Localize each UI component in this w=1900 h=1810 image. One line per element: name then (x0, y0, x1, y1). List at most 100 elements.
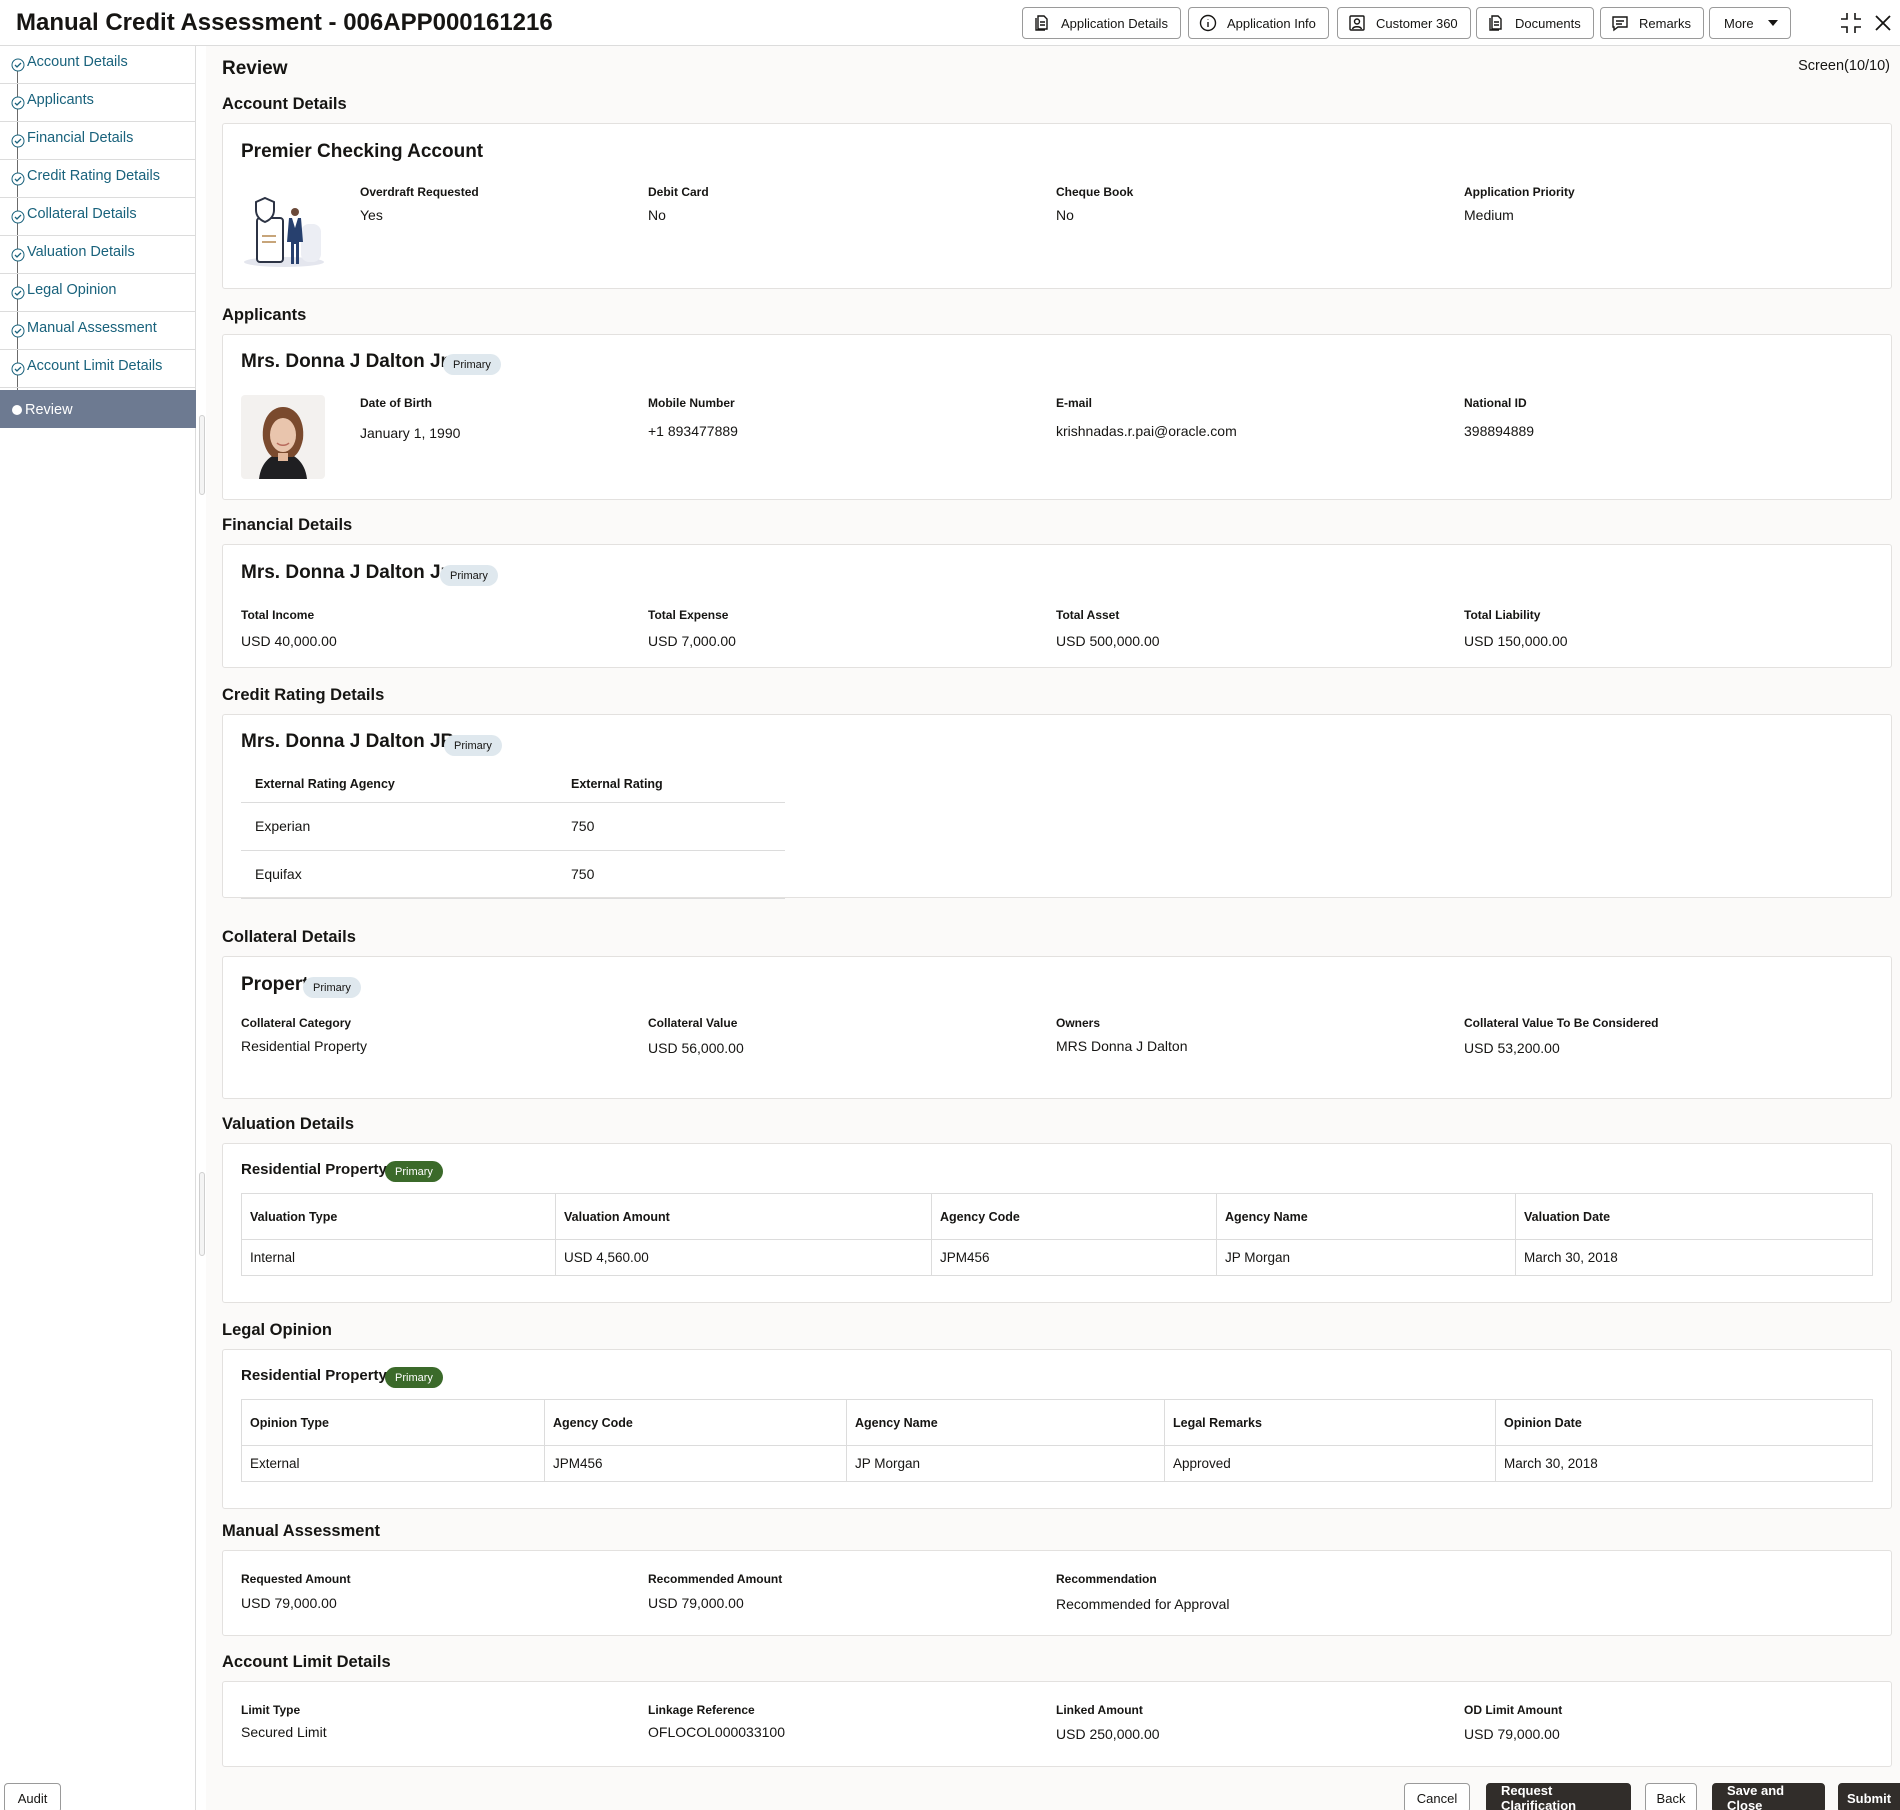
field-label: OD Limit Amount (1464, 1703, 1563, 1717)
sidebar-item-label: Applicants (27, 92, 94, 108)
sidebar-item-label: Collateral Details (27, 206, 137, 222)
sidebar-item-collateral-details[interactable]: Collateral Details (0, 198, 196, 236)
table-cell: 750 (557, 802, 785, 851)
sidebar-item-applicants[interactable]: Applicants (0, 84, 196, 122)
column-header: Opinion Type (241, 1399, 545, 1446)
section-title-valuation-details: Valuation Details (222, 1115, 355, 1133)
field-value: USD 79,000.00 (241, 1595, 337, 1611)
applicant-avatar (241, 395, 325, 479)
table-cell: March 30, 2018 (1495, 1445, 1873, 1482)
cancel-button[interactable]: Cancel (1404, 1783, 1470, 1810)
field-label: Debit Card (648, 185, 709, 199)
legal-opinion-card: Residential Property Primary Opinion Typ… (222, 1349, 1892, 1509)
field-value: Medium (1464, 207, 1514, 223)
comment-icon (1612, 16, 1628, 32)
sidebar-item-manual-assessment[interactable]: Manual Assessment (0, 312, 196, 350)
remarks-label: Remarks (1639, 15, 1692, 31)
back-button[interactable]: Back (1645, 1783, 1697, 1810)
field-value: 398894889 (1464, 423, 1535, 439)
info-icon (1199, 14, 1217, 32)
field-value: USD 150,000.00 (1464, 633, 1568, 649)
check-circle-icon (11, 134, 25, 148)
app-header: Manual Credit Assessment - 006APP0001612… (0, 0, 1900, 46)
manual-assessment-card: Requested Amount USD 79,000.00 Recommend… (222, 1550, 1892, 1636)
application-info-button[interactable]: Application Info (1188, 7, 1329, 39)
documents-icon (1489, 15, 1502, 31)
sidebar-item-financial-details[interactable]: Financial Details (0, 122, 196, 160)
sidebar-item-label: Legal Opinion (27, 282, 117, 298)
field-value: OFLOCOL000033100 (648, 1724, 785, 1740)
table-cell: March 30, 2018 (1515, 1239, 1873, 1276)
sidebar-item-account-limit-details[interactable]: Account Limit Details (0, 350, 196, 388)
field-label: Total Liability (1464, 608, 1541, 622)
remarks-button[interactable]: Remarks (1600, 7, 1705, 39)
table-cell: Experian (241, 802, 557, 851)
field-value: USD 500,000.00 (1056, 633, 1160, 649)
table-header-row: Valuation Type Valuation Amount Agency C… (241, 1193, 1873, 1240)
more-dropdown[interactable]: More (1709, 7, 1791, 39)
collapse-icon[interactable] (1838, 10, 1864, 36)
field-label: Recommendation (1056, 1572, 1157, 1586)
product-name: Premier Checking Account (241, 141, 484, 162)
request-clarification-button[interactable]: Request Clarification (1486, 1783, 1631, 1810)
field-value: Recommended for Approval (1056, 1596, 1230, 1612)
field-label: Application Priority (1464, 185, 1575, 199)
documents-button[interactable]: Documents (1476, 7, 1594, 39)
collateral-details-card: Property Primary Collateral Category Res… (222, 956, 1892, 1099)
sidebar-item-label: Financial Details (27, 130, 134, 146)
document-icon (1035, 15, 1048, 31)
sidebar-resize-handle[interactable] (199, 415, 205, 495)
table-cell: JP Morgan (1216, 1239, 1516, 1276)
column-header: Legal Remarks (1164, 1399, 1496, 1446)
review-title: Review (222, 58, 288, 79)
section-title-manual-assessment: Manual Assessment (222, 1522, 381, 1540)
save-and-close-button[interactable]: Save and Close (1712, 1783, 1825, 1810)
table-row: Experian 750 (241, 802, 785, 851)
field-label: Limit Type (241, 1703, 301, 1717)
table-cell: JPM456 (544, 1445, 847, 1482)
sidebar-item-valuation-details[interactable]: Valuation Details (0, 236, 196, 274)
more-label: More (1724, 15, 1754, 31)
check-circle-icon (11, 286, 25, 300)
applicants-card: Mrs. Donna J Dalton Jr. Primary Date of … (222, 334, 1892, 500)
sidebar-item-credit-rating-details[interactable]: Credit Rating Details (0, 160, 196, 198)
primary-badge: Primary (385, 1161, 443, 1182)
sidebar-item-review[interactable]: Review (0, 390, 196, 428)
audit-button[interactable]: Audit (4, 1783, 61, 1810)
field-label: Owners (1056, 1016, 1101, 1030)
application-details-button[interactable]: Application Details (1022, 7, 1181, 39)
sidebar-item-label: Credit Rating Details (27, 168, 160, 184)
field-value: USD 56,000.00 (648, 1040, 744, 1056)
sidebar-resize-handle[interactable] (199, 1172, 205, 1256)
table-cell: Equifax (241, 850, 557, 899)
current-step-icon (12, 405, 22, 415)
check-circle-icon (11, 96, 25, 110)
field-label: Requested Amount (241, 1572, 351, 1586)
field-label: National ID (1464, 396, 1527, 410)
field-value: USD 79,000.00 (1464, 1726, 1560, 1742)
primary-badge: Primary (443, 354, 501, 375)
table-row: Equifax 750 (241, 850, 785, 899)
check-circle-icon (11, 362, 25, 376)
field-label: Linkage Reference (648, 1703, 755, 1717)
field-label: Total Expense (648, 608, 729, 622)
sidebar-item-account-details[interactable]: Account Details (0, 46, 196, 84)
submit-button[interactable]: Submit (1838, 1783, 1900, 1810)
close-icon[interactable] (1870, 10, 1896, 36)
field-value: Yes (360, 207, 383, 223)
column-header: Valuation Amount (555, 1193, 932, 1240)
customer-360-button[interactable]: Customer 360 (1337, 7, 1471, 39)
field-label: Recommended Amount (648, 1572, 783, 1586)
customer-360-label: Customer 360 (1376, 15, 1458, 31)
table-cell: 750 (557, 850, 785, 899)
field-value: +1 893477889 (648, 423, 738, 439)
sidebar-item-legal-opinion[interactable]: Legal Opinion (0, 274, 196, 312)
review-panel: Review Screen(10/10) Account Details Pre… (206, 46, 1900, 1810)
section-title-applicants: Applicants (222, 306, 307, 324)
section-title-account-details: Account Details (222, 95, 347, 113)
field-label: Linked Amount (1056, 1703, 1143, 1717)
field-value: USD 7,000.00 (648, 633, 736, 649)
field-value: MRS Donna J Dalton (1056, 1038, 1188, 1054)
field-value: USD 250,000.00 (1056, 1726, 1160, 1742)
sidebar-item-label: Review (25, 402, 73, 418)
